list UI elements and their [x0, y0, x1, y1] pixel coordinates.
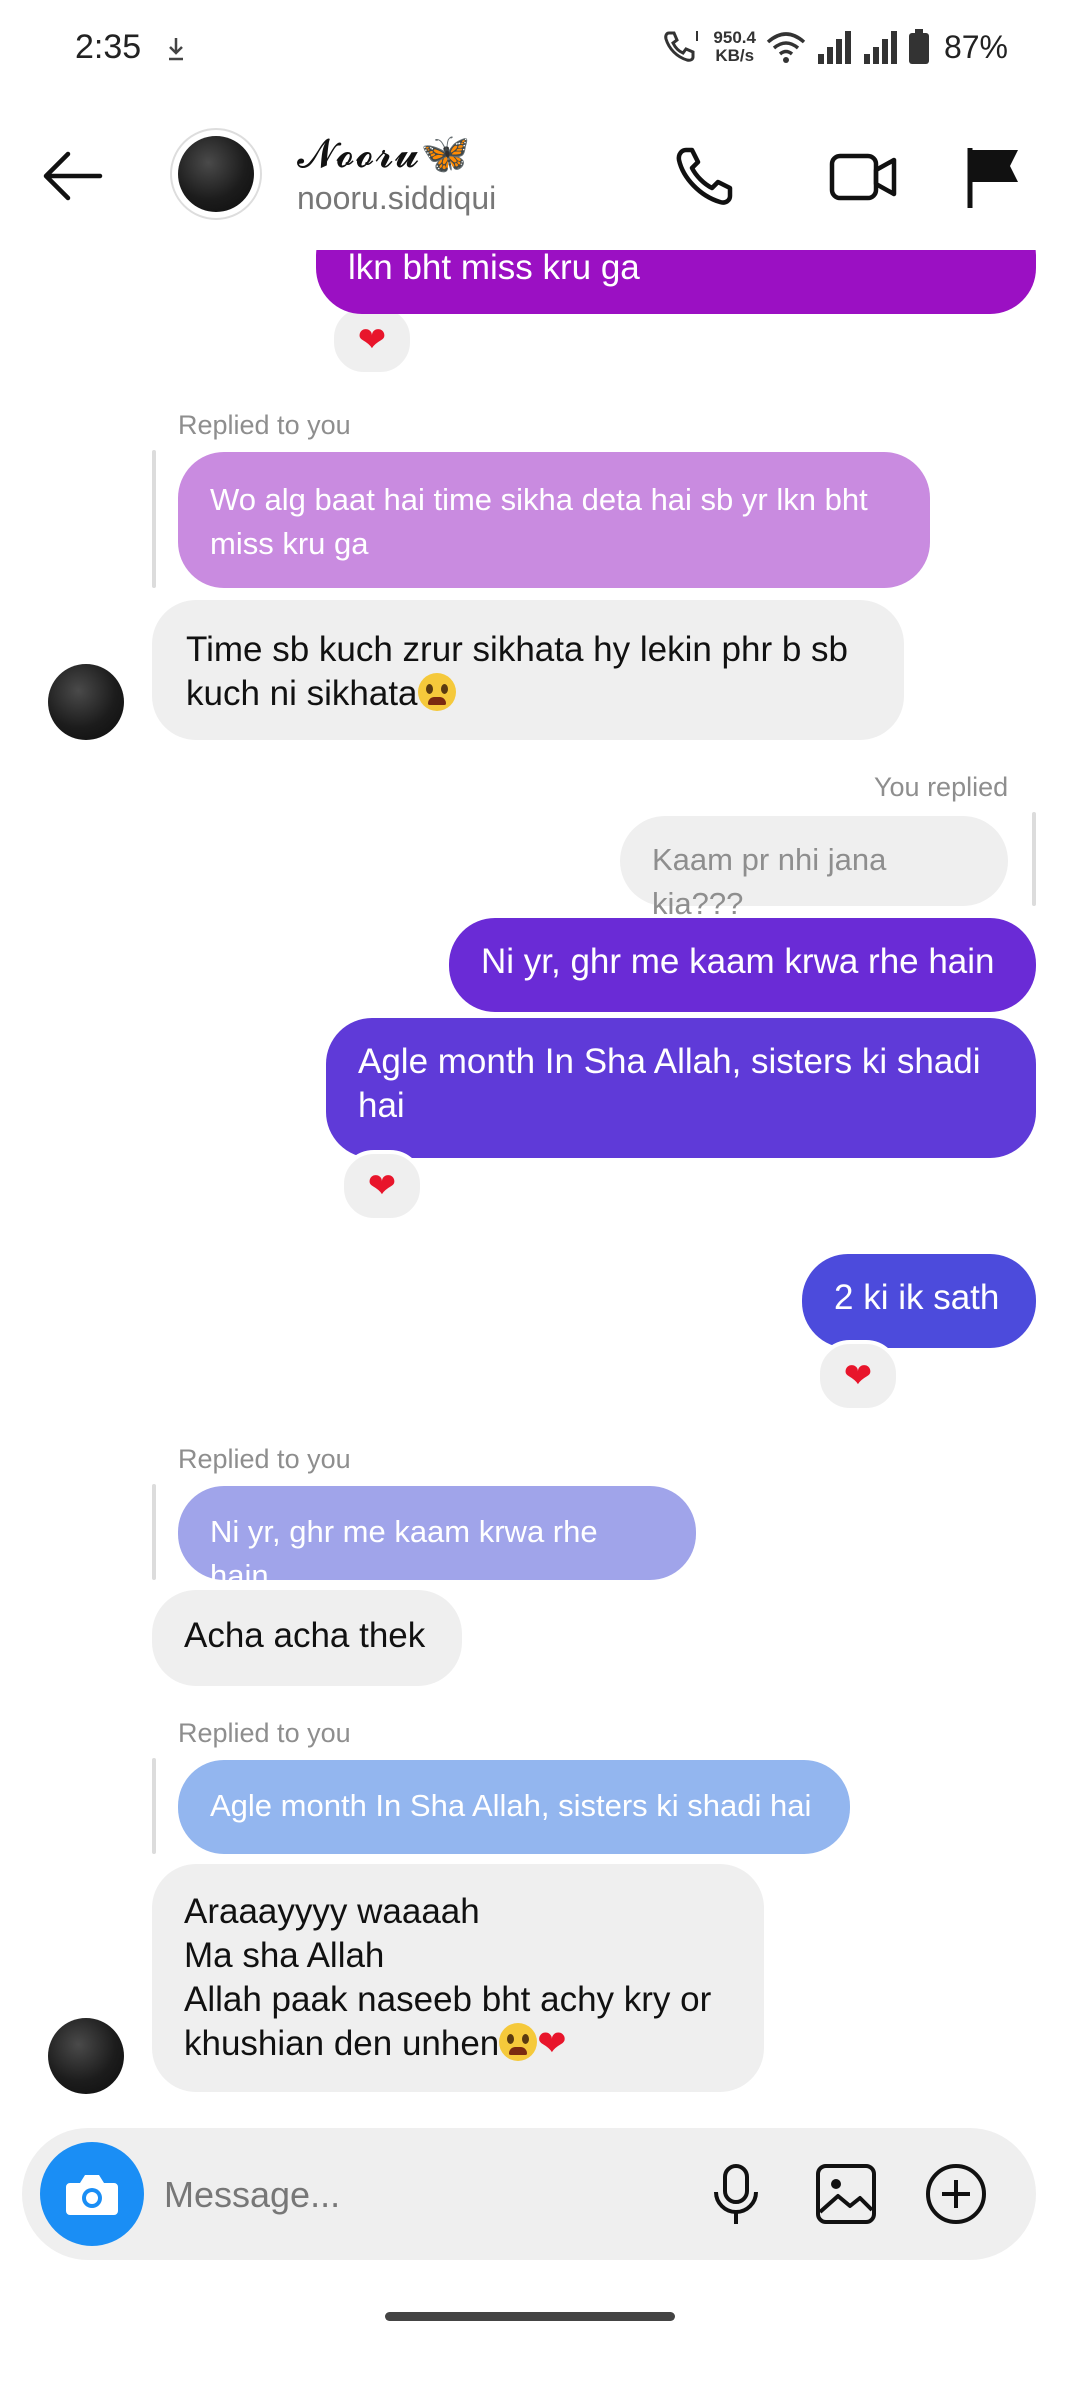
- wifi-icon: [766, 32, 806, 63]
- message-line: Allah paak naseeb bht achy kry or: [184, 1980, 712, 2019]
- message-text: Agle month In Sha Allah, sisters ki shad…: [358, 1042, 981, 1125]
- plus-icon[interactable]: [922, 2160, 990, 2228]
- battery-percent: 87%: [943, 28, 1008, 65]
- message-out-3[interactable]: Agle month In Sha Allah, sisters ki shad…: [326, 1018, 1036, 1158]
- quoted-message[interactable]: Wo alg baat hai time sikha deta hai sb y…: [178, 452, 930, 588]
- home-indicator[interactable]: [385, 2312, 675, 2321]
- message-in-2[interactable]: Acha acha thek: [152, 1590, 462, 1686]
- reply-bar: [1032, 812, 1036, 906]
- signal-icon: [817, 31, 851, 64]
- speed-unit: KB/s: [715, 46, 755, 65]
- contact-username[interactable]: nooru.siddiqui: [297, 180, 496, 217]
- sender-avatar[interactable]: [48, 664, 124, 740]
- speed-value: 950.4: [713, 28, 756, 47]
- video-icon[interactable]: [826, 140, 900, 214]
- back-arrow-icon[interactable]: [38, 146, 108, 206]
- status-icons: 950.4 KB/s 87%: [661, 22, 1008, 72]
- battery-icon: [908, 29, 929, 64]
- camera-button[interactable]: [40, 2142, 144, 2246]
- quoted-text: Wo alg baat hai time sikha deta hai sb y…: [210, 482, 868, 561]
- avatar[interactable]: [170, 128, 262, 220]
- message-text: Time sb kuch zrur sikhata hy lekin phr b…: [186, 630, 849, 713]
- status-bar: 2:35 950.4 KB/s 87%: [0, 0, 1080, 100]
- quoted-message[interactable]: Kaam pr nhi jana kia???: [620, 816, 1008, 921]
- call-status-icon: [664, 31, 699, 62]
- replied-label: Replied to you: [178, 1444, 351, 1474]
- reply-bar: [152, 450, 156, 588]
- quoted-text: Ni yr, ghr me kaam krwa rhe hain: [210, 1514, 598, 1593]
- heart-icon: ❤: [843, 1357, 873, 1395]
- contact-name[interactable]: 𝓝𝓸𝓸𝓻𝓾🦋: [297, 130, 471, 177]
- worried-emoji-icon: [417, 673, 456, 711]
- quoted-text: Agle month In Sha Allah, sisters ki shad…: [210, 1788, 812, 1823]
- gallery-icon[interactable]: [812, 2160, 880, 2228]
- message-out-2[interactable]: Ni yr, ghr me kaam krwa rhe hain: [449, 918, 1036, 1012]
- status-time: 2:35: [75, 28, 142, 66]
- phone-icon[interactable]: [668, 140, 742, 214]
- replied-label: Replied to you: [178, 410, 351, 440]
- download-icon: [169, 38, 183, 61]
- worried-emoji-icon: [499, 2023, 538, 2061]
- message-line: Araaayyyy waaaah: [184, 1892, 480, 1931]
- reply-bar: [152, 1758, 156, 1854]
- message-line: khushian den unhen: [184, 2024, 500, 2063]
- mic-icon[interactable]: [702, 2160, 770, 2228]
- message-text: lkn bht miss kru ga: [348, 248, 640, 287]
- sender-avatar[interactable]: [48, 2018, 124, 2094]
- avatar-image: [178, 136, 254, 212]
- heart-reaction[interactable]: ❤: [340, 1150, 424, 1222]
- quoted-text: Kaam pr nhi jana kia???: [652, 842, 887, 921]
- message-composer: [22, 2128, 1036, 2260]
- heart-icon: ❤: [367, 1167, 397, 1205]
- message-in-1[interactable]: Time sb kuch zrur sikhata hy lekin phr b…: [152, 600, 904, 740]
- quoted-message[interactable]: Ni yr, ghr me kaam krwa rhe hain: [178, 1486, 696, 1593]
- replied-label: Replied to you: [178, 1718, 351, 1748]
- chat-header: 𝓝𝓸𝓸𝓻𝓾🦋 nooru.siddiqui: [0, 100, 1080, 250]
- message-text: 2 ki ik sath: [834, 1278, 1000, 1317]
- signal-icon-2: [863, 31, 897, 64]
- camera-icon: [66, 2175, 118, 2215]
- heart-reaction[interactable]: ❤: [330, 304, 414, 376]
- quoted-message[interactable]: Agle month In Sha Allah, sisters ki shad…: [178, 1760, 850, 1854]
- message-line-last: khushian den unhen ❤: [184, 2022, 732, 2066]
- you-replied-label: You replied: [874, 772, 1009, 802]
- message-out-4[interactable]: 2 ki ik sath: [802, 1254, 1036, 1348]
- network-speed: 950.4 KB/s: [713, 29, 756, 65]
- heart-icon: ❤: [537, 2024, 567, 2063]
- heart-icon: ❤: [357, 321, 387, 359]
- message-input[interactable]: [162, 2164, 686, 2226]
- reply-bar: [152, 1484, 156, 1580]
- flag-icon[interactable]: [958, 140, 1032, 214]
- message-text: Ni yr, ghr me kaam krwa rhe hain: [481, 942, 995, 981]
- heart-reaction[interactable]: ❤: [816, 1340, 900, 1412]
- message-text: Acha acha thek: [184, 1616, 426, 1655]
- message-line: Ma sha Allah: [184, 1936, 385, 1975]
- message-in-3[interactable]: Araaayyyy waaaah Ma sha Allah Allah paak…: [152, 1864, 764, 2092]
